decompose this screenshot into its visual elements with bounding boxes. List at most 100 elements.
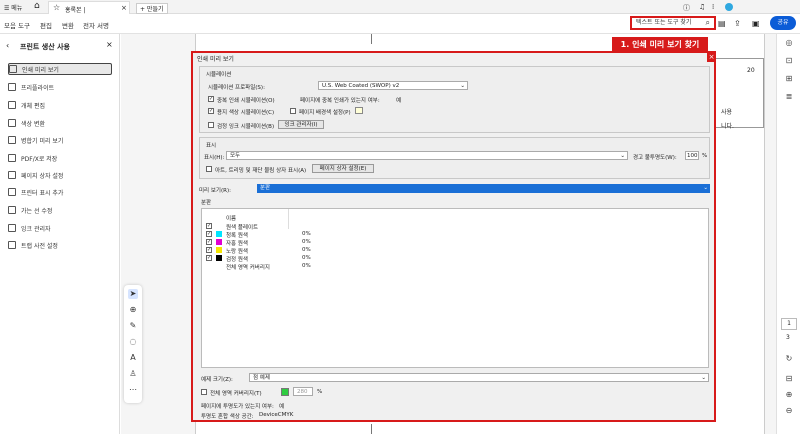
table-row[interactable]: ✓ 노랑 원색 0%: [202, 247, 402, 255]
tool-convert-colors[interactable]: 색상 변환: [8, 117, 112, 129]
back-icon[interactable]: ‹: [6, 41, 9, 50]
show-boxes-checkbox[interactable]: [206, 166, 212, 172]
background-color-swatch[interactable]: [355, 107, 363, 114]
tool-label: 프리플라이트: [21, 84, 55, 92]
tool-label: 색상 변환: [21, 120, 45, 128]
tool-label: 가는 선 수정: [21, 207, 53, 215]
new-tab-button[interactable]: + 만들기: [136, 3, 168, 14]
storage-icon[interactable]: ▣: [752, 19, 760, 28]
group-header: 표시: [206, 143, 217, 149]
search-input[interactable]: 텍스트 또는 도구 찾기 ⌕: [630, 16, 716, 30]
chevron-down-icon: ⌄: [620, 153, 625, 159]
tool-flattener-preview[interactable]: 병합기 미리 보기: [8, 134, 112, 146]
quick-tools: ➤ ⊕ ✎ ◌ A ♙ ⋯: [124, 285, 142, 403]
document-tab[interactable]: ☆ 홍록본 | ×: [48, 1, 130, 14]
show-select[interactable]: 모두 ⌄: [226, 151, 628, 160]
print-preview-icon: [9, 65, 17, 73]
checkbox-label: 전체 영역 커버리지(T): [210, 391, 262, 397]
tool-preflight[interactable]: 프리플라이트: [8, 81, 112, 93]
tool-edit-object[interactable]: 개체 편집: [8, 99, 112, 111]
text-icon[interactable]: A: [128, 353, 138, 363]
row-checkbox[interactable]: ✓: [206, 255, 212, 261]
share-button[interactable]: 공유: [770, 16, 796, 30]
menu-item-e-sign[interactable]: 전자 서명: [83, 20, 109, 30]
upload-icon[interactable]: ⇪: [734, 19, 741, 28]
plate-name: 노랑 원색: [226, 249, 248, 255]
black-ink-checkbox[interactable]: [208, 122, 214, 128]
dialog-title: 인쇄 미리 보기: [197, 56, 234, 63]
select-icon[interactable]: ➤: [128, 289, 138, 299]
menu-label: 메뉴: [11, 5, 23, 12]
menu-item-all-tools[interactable]: 모음 도구: [4, 20, 30, 30]
row-checkbox[interactable]: ✓: [206, 239, 212, 245]
zoom-in-icon[interactable]: ⊕: [784, 390, 794, 400]
menu-button[interactable]: ☰ 메뉴: [4, 3, 22, 12]
close-icon[interactable]: ×: [121, 4, 127, 12]
print-icon[interactable]: ▤: [718, 19, 726, 28]
save-icon[interactable]: ⊟: [784, 374, 794, 384]
tool-fix-hairlines[interactable]: 가는 선 수정: [8, 204, 112, 216]
ink-manager-button[interactable]: 잉크 관리자(I): [278, 120, 324, 129]
overprint-checkbox[interactable]: ✓: [208, 96, 214, 102]
menu-item-convert[interactable]: 변환: [62, 20, 74, 30]
comments-icon[interactable]: ◎: [784, 38, 794, 48]
coverage-color-swatch[interactable]: [281, 388, 289, 396]
star-icon[interactable]: ☆: [53, 3, 60, 12]
avatar[interactable]: [725, 3, 733, 11]
sample-size-select[interactable]: 점 예제 ⌄: [249, 373, 709, 382]
help-icon[interactable]: ⓘ: [683, 3, 690, 13]
pen-icon[interactable]: ✎: [128, 321, 138, 331]
color-swatch: [216, 255, 222, 261]
row-checkbox[interactable]: ✓: [206, 247, 212, 253]
close-panel-icon[interactable]: ×: [106, 40, 113, 49]
convert-colors-icon: [8, 119, 16, 127]
home-icon[interactable]: ⌂: [34, 1, 40, 11]
paper-color-checkbox[interactable]: ✓: [208, 108, 214, 114]
coverage-checkbox[interactable]: [201, 389, 207, 395]
blend-space-label: 투명도 혼합 색상 공간:: [201, 414, 254, 420]
comment-icon[interactable]: ⊕: [128, 305, 138, 315]
page-boxes-button[interactable]: 페이지 상자 설정(E): [312, 164, 374, 173]
page-guide: [371, 424, 372, 434]
menu-item-edit[interactable]: 편집: [40, 20, 52, 30]
table-row[interactable]: 전체 영역 커버리지 0%: [202, 263, 402, 271]
table-row[interactable]: ✓ 원색 플레이트: [202, 223, 402, 231]
page-number: 20: [747, 67, 755, 74]
pdfx-icon: [8, 154, 16, 162]
attachment-icon[interactable]: ⊞: [784, 74, 794, 84]
show-label: 표시(H):: [204, 155, 225, 161]
row-checkbox[interactable]: ✓: [206, 231, 212, 237]
tool-print-preview[interactable]: 인쇄 미리 보기: [8, 63, 112, 75]
warn-opacity-input[interactable]: 100: [685, 151, 699, 160]
tool-printer-marks[interactable]: 프린터 표시 추가: [8, 186, 112, 198]
separations-header: 분판: [201, 200, 212, 206]
layers-icon[interactable]: ≣: [784, 92, 794, 102]
zoom-out-icon[interactable]: ⊖: [784, 406, 794, 416]
tool-label: 잉크 관리자: [21, 225, 51, 233]
dialog-close-icon[interactable]: ×: [707, 53, 716, 62]
table-row[interactable]: ✓ 검정 원색 0%: [202, 255, 402, 263]
tool-page-boxes[interactable]: 페이지 상자 설정: [8, 169, 112, 181]
coverage-input[interactable]: 280: [293, 387, 313, 396]
lasso-icon[interactable]: ◌: [128, 337, 138, 347]
tool-save-pdfx[interactable]: PDF/X로 저장: [8, 152, 112, 164]
table-row[interactable]: ✓ 청록 원색 0%: [202, 231, 402, 239]
more-icon[interactable]: ⋯: [128, 385, 138, 395]
table-row[interactable]: ✓ 자홍 원색 0%: [202, 239, 402, 247]
tool-label: 페이지 상자 설정: [21, 172, 64, 180]
refresh-icon[interactable]: ↻: [784, 354, 794, 364]
tool-ink-manager[interactable]: 잉크 관리자: [8, 222, 112, 234]
row-checkbox[interactable]: ✓: [206, 223, 212, 229]
page-number-input[interactable]: 1: [781, 318, 797, 330]
stamp-icon[interactable]: ♙: [128, 369, 138, 379]
page-background-checkbox[interactable]: [290, 108, 296, 114]
page-total: 3: [786, 334, 790, 341]
bookmark-icon[interactable]: ⊡: [784, 56, 794, 66]
page-text: 사용: [721, 109, 733, 116]
plate-coverage: 0%: [302, 247, 311, 253]
preview-select[interactable]: 분판 ⌄: [257, 184, 710, 193]
bell-icon[interactable]: ♫: [699, 3, 705, 11]
tool-trap-presets[interactable]: 트랩 사전 설정: [8, 239, 112, 251]
profile-select[interactable]: U.S. Web Coated (SWOP) v2 ⌄: [318, 81, 468, 90]
apps-icon[interactable]: ⁞: [712, 3, 714, 11]
